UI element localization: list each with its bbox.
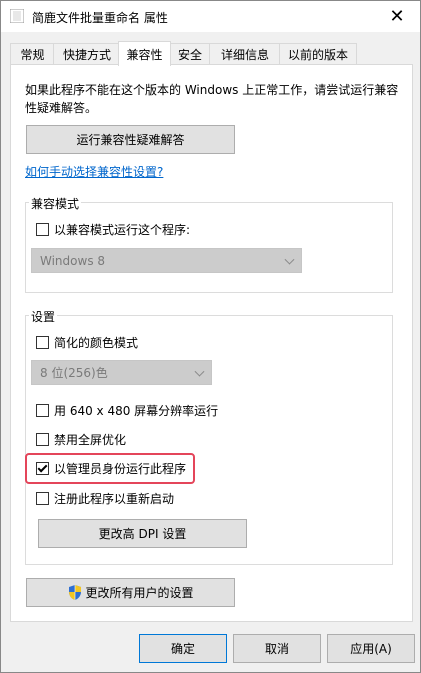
compat-mode-checkbox[interactable]: 以兼容模式运行这个程序:: [36, 220, 190, 238]
close-icon: ✕: [389, 6, 405, 27]
troubleshoot-button[interactable]: 运行兼容性疑难解答: [26, 125, 235, 154]
chevron-down-icon: [194, 366, 205, 377]
windows-version-select: Windows 8: [31, 248, 302, 273]
tab-previous-versions[interactable]: 以前的版本: [279, 43, 357, 65]
checkbox-box[interactable]: [36, 432, 49, 446]
reduced-color-checkbox[interactable]: 简化的颜色模式: [36, 333, 138, 351]
shield-icon: [69, 585, 82, 600]
tab-security[interactable]: 安全: [169, 43, 211, 65]
chevron-down-icon: [284, 254, 295, 265]
highlight-box: [25, 453, 195, 484]
manual-settings-link[interactable]: 如何手动选择兼容性设置?: [25, 163, 163, 180]
change-dpi-button[interactable]: 更改高 DPI 设置: [38, 519, 247, 548]
tab-shortcut[interactable]: 快捷方式: [53, 43, 121, 65]
app-icon: [10, 9, 24, 23]
color-mode-select: 8 位(256)色: [31, 360, 212, 385]
register-restart-checkbox[interactable]: 注册此程序以重新启动: [36, 489, 174, 507]
apply-button[interactable]: 应用(A): [327, 634, 415, 663]
window-title: 简鹿文件批量重命名 属性: [32, 11, 168, 25]
disable-fullscreen-checkbox[interactable]: 禁用全屏优化: [36, 430, 126, 448]
change-all-users-button[interactable]: 更改所有用户的设置: [26, 578, 235, 607]
checkbox-box[interactable]: [36, 403, 49, 417]
checkbox-box[interactable]: [36, 491, 49, 505]
tab-general[interactable]: 常规: [10, 43, 55, 65]
cancel-button[interactable]: 取消: [233, 634, 321, 663]
properties-window: 简鹿文件批量重命名 属性 ✕ 常规 快捷方式 兼容性 安全 详细信息 以前的版本…: [0, 0, 421, 673]
intro-text: 如果此程序不能在这个版本的 Windows 上正常工作，请尝试运行兼容性疑难解答…: [25, 83, 399, 115]
title-bar[interactable]: 简鹿文件批量重命名 属性 ✕: [1, 1, 420, 32]
ok-button[interactable]: 确定: [139, 634, 227, 663]
compatibility-panel: 如果此程序不能在这个版本的 Windows 上正常工作，请尝试运行兼容性疑难解答…: [10, 64, 413, 622]
checkbox-box[interactable]: [36, 335, 49, 349]
res-640-checkbox[interactable]: 用 640 x 480 屏幕分辨率运行: [36, 401, 218, 419]
tab-details[interactable]: 详细信息: [209, 43, 281, 65]
checkbox-box[interactable]: [36, 222, 49, 236]
compat-mode-label: 兼容模式: [29, 195, 82, 212]
close-button[interactable]: ✕: [374, 1, 420, 32]
settings-label: 设置: [29, 308, 58, 325]
tab-compatibility[interactable]: 兼容性: [118, 41, 171, 66]
